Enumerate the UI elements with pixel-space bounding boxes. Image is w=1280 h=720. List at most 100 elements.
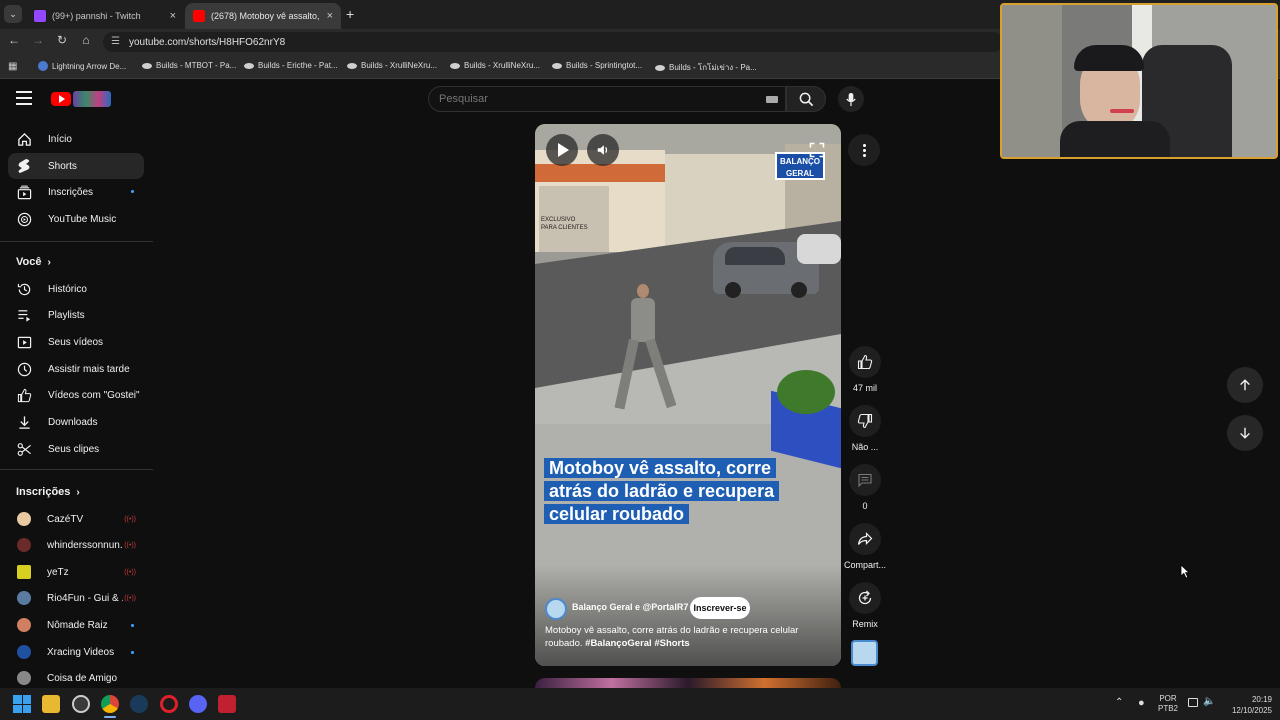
like-count: 47 mil (852, 383, 877, 393)
subscription-item[interactable]: Coisa de Amigo (8, 666, 144, 690)
sidebar-item-downloads[interactable]: Downloads (8, 409, 144, 435)
next-short-button[interactable] (1227, 415, 1263, 451)
sidebar-item-shorts[interactable]: Shorts (8, 153, 144, 179)
streamer-body (1060, 121, 1170, 157)
bookmark-builds-sprinting[interactable]: Builds - Sprintingtot... (552, 61, 642, 70)
playlists-icon (16, 307, 32, 323)
language-indicator[interactable]: POR PTB2 (1158, 694, 1178, 714)
bookmark-builds-mtbot[interactable]: Builds - MTBOT - Pa... (142, 61, 236, 70)
dislike-button[interactable]: Não ... (844, 405, 886, 452)
next-short-preview[interactable] (535, 678, 841, 688)
search-input[interactable] (439, 91, 739, 107)
clock[interactable]: 20:19 12/10/2025 (1222, 694, 1272, 716)
tab-search-button[interactable]: ⌄ (4, 5, 22, 23)
section-you-title[interactable]: Você › (16, 256, 51, 268)
keyboard-icon[interactable] (766, 96, 778, 103)
apps-icon[interactable]: ▦ (8, 61, 17, 72)
speaker-icon[interactable]: 🔈 (1203, 696, 1215, 707)
like-button[interactable]: 47 mil (844, 346, 886, 393)
live-icon: ((•)) (124, 515, 136, 523)
chrome-icon[interactable] (101, 695, 119, 713)
tab-youtube[interactable]: (2678) Motoboy vê assalto, cor × (185, 3, 341, 29)
channel-avatar[interactable] (545, 598, 567, 620)
channel-name[interactable]: Balanço Geral e @PortalR7 (572, 602, 688, 612)
sidebar-item-subscriptions[interactable]: Inscrições (8, 179, 144, 205)
bookmark-builds-xrulli-1[interactable]: Builds - XrulliNeXru... (347, 61, 437, 70)
volume-button[interactable] (587, 134, 619, 166)
subscription-item[interactable]: Xracing Videos (8, 640, 144, 664)
back-icon[interactable]: ← (6, 33, 22, 47)
home-icon[interactable]: ⌂ (78, 33, 94, 47)
voice-search-button[interactable] (838, 86, 864, 112)
subscription-item[interactable]: Rio4Fun - Gui & ... ((•)) (8, 586, 144, 610)
search-bar[interactable] (428, 86, 786, 112)
app-icon[interactable] (218, 695, 236, 713)
fullscreen-button[interactable] (801, 134, 833, 166)
chevron-up-icon[interactable]: ⌃ (1115, 697, 1123, 708)
subscription-item[interactable]: CazéTV ((•)) (8, 507, 144, 531)
sidebar-item-history[interactable]: Histórico (8, 276, 144, 302)
opera-icon[interactable] (160, 695, 178, 713)
channel-avatar (17, 591, 31, 605)
steam-icon[interactable] (130, 695, 148, 713)
chevron-right-icon: › (47, 257, 51, 268)
new-content-dot (131, 650, 134, 654)
sidebar-item-youtube-music[interactable]: YouTube Music (8, 206, 144, 232)
more-options-button[interactable] (848, 134, 880, 166)
url-text: youtube.com/shorts/H8HFO62nrY8 (129, 36, 286, 48)
share-button[interactable]: Compart... (844, 523, 886, 570)
sidebar-item-liked-videos[interactable]: Vídeos com "Gostei" (8, 382, 144, 408)
forward-icon[interactable]: → (30, 33, 46, 47)
hashtags[interactable]: #BalançoGeral #Shorts (585, 638, 690, 649)
microphone-icon[interactable]: ● (1138, 697, 1145, 709)
new-content-dot (131, 190, 134, 193)
discord-icon[interactable] (189, 695, 207, 713)
bookmark-builds-thai[interactable]: Builds - โกโม่เข่าง - Pa... (655, 61, 757, 74)
microphone-icon (846, 92, 856, 106)
reload-icon[interactable]: ↻ (54, 33, 70, 47)
new-content-dot (131, 623, 134, 627)
bush (777, 370, 835, 414)
remix-button[interactable]: Remix (844, 582, 886, 629)
audio-source-thumbnail[interactable] (851, 640, 878, 666)
windows-start-icon[interactable] (13, 695, 31, 713)
play-button[interactable] (546, 134, 578, 166)
url-field[interactable]: ☰ youtube.com/shorts/H8HFO62nrY8 (103, 32, 1003, 52)
video-description[interactable]: Motoboy vê assalto, corre atrás do ladrã… (545, 624, 825, 650)
bookmark-builds-ericthe[interactable]: Builds - Ericthe - Pat... (244, 61, 338, 70)
short-video-player[interactable]: BALANÇO GERAL EXCLUSIVO PARA CLIENTES Mot… (535, 124, 841, 666)
sidebar-item-playlists[interactable]: Playlists (8, 302, 144, 328)
info-gradient (535, 564, 841, 666)
volume-icon (597, 145, 608, 155)
youtube-logo[interactable] (51, 91, 111, 107)
liked-icon (16, 387, 32, 403)
previous-short-button[interactable] (1227, 367, 1263, 403)
close-icon[interactable]: × (327, 10, 333, 22)
tab-twitch[interactable]: (99+) pannshi - Twitch × (26, 3, 184, 29)
bookmark-builds-xrulli-2[interactable]: Builds - XrulliNeXru... (450, 61, 540, 70)
subscription-item[interactable]: whinderssonnun... ((•)) (8, 533, 144, 557)
new-tab-button[interactable]: + (346, 6, 354, 22)
bookmark-lightning-arrow[interactable]: Lightning Arrow De... (38, 61, 126, 71)
site-info-icon[interactable]: ☰ (111, 36, 120, 47)
subscription-item[interactable]: Nômade Raiz (8, 613, 144, 637)
close-icon[interactable]: × (170, 10, 176, 22)
play-icon (558, 143, 569, 157)
comment-count: 0 (862, 501, 868, 511)
sidebar-item-your-videos[interactable]: Seus vídeos (8, 329, 144, 355)
sidebar-item-clips[interactable]: Seus clipes (8, 436, 144, 462)
network-icon[interactable] (1188, 698, 1198, 707)
like-icon (857, 354, 873, 370)
menu-icon[interactable] (16, 91, 32, 105)
comments-button[interactable]: 0 (844, 464, 886, 511)
sidebar-item-watch-later[interactable]: Assistir mais tarde (8, 356, 144, 382)
file-explorer-icon[interactable] (42, 695, 60, 713)
search-button[interactable] (786, 86, 826, 112)
app-icon[interactable] (72, 695, 90, 713)
sidebar-item-home[interactable]: Início (8, 126, 144, 152)
subscribe-button[interactable]: Inscrever-se (690, 597, 750, 619)
headset-mic (1110, 109, 1134, 113)
sidebar-item-label: Playlists (48, 309, 85, 321)
section-subscriptions-title[interactable]: Inscrições › (16, 486, 80, 498)
subscription-item[interactable]: yeTz ((•)) (8, 560, 144, 584)
